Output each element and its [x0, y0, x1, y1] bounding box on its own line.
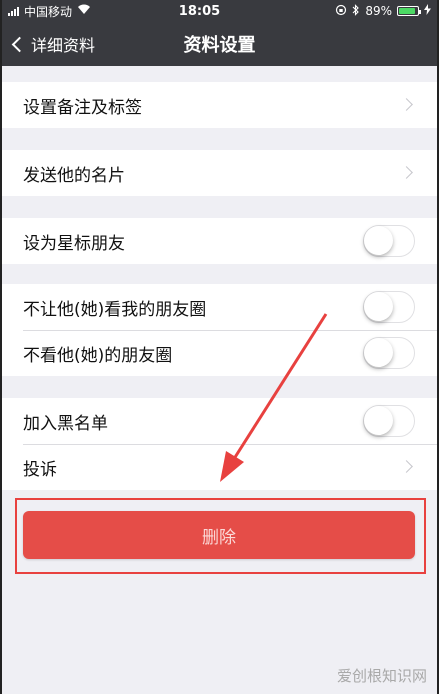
watermark: 爱创根知识网: [336, 667, 427, 685]
arrow-shaft: [230, 313, 328, 463]
annotation-arrow: [220, 313, 328, 482]
arrow-head: [220, 451, 244, 482]
